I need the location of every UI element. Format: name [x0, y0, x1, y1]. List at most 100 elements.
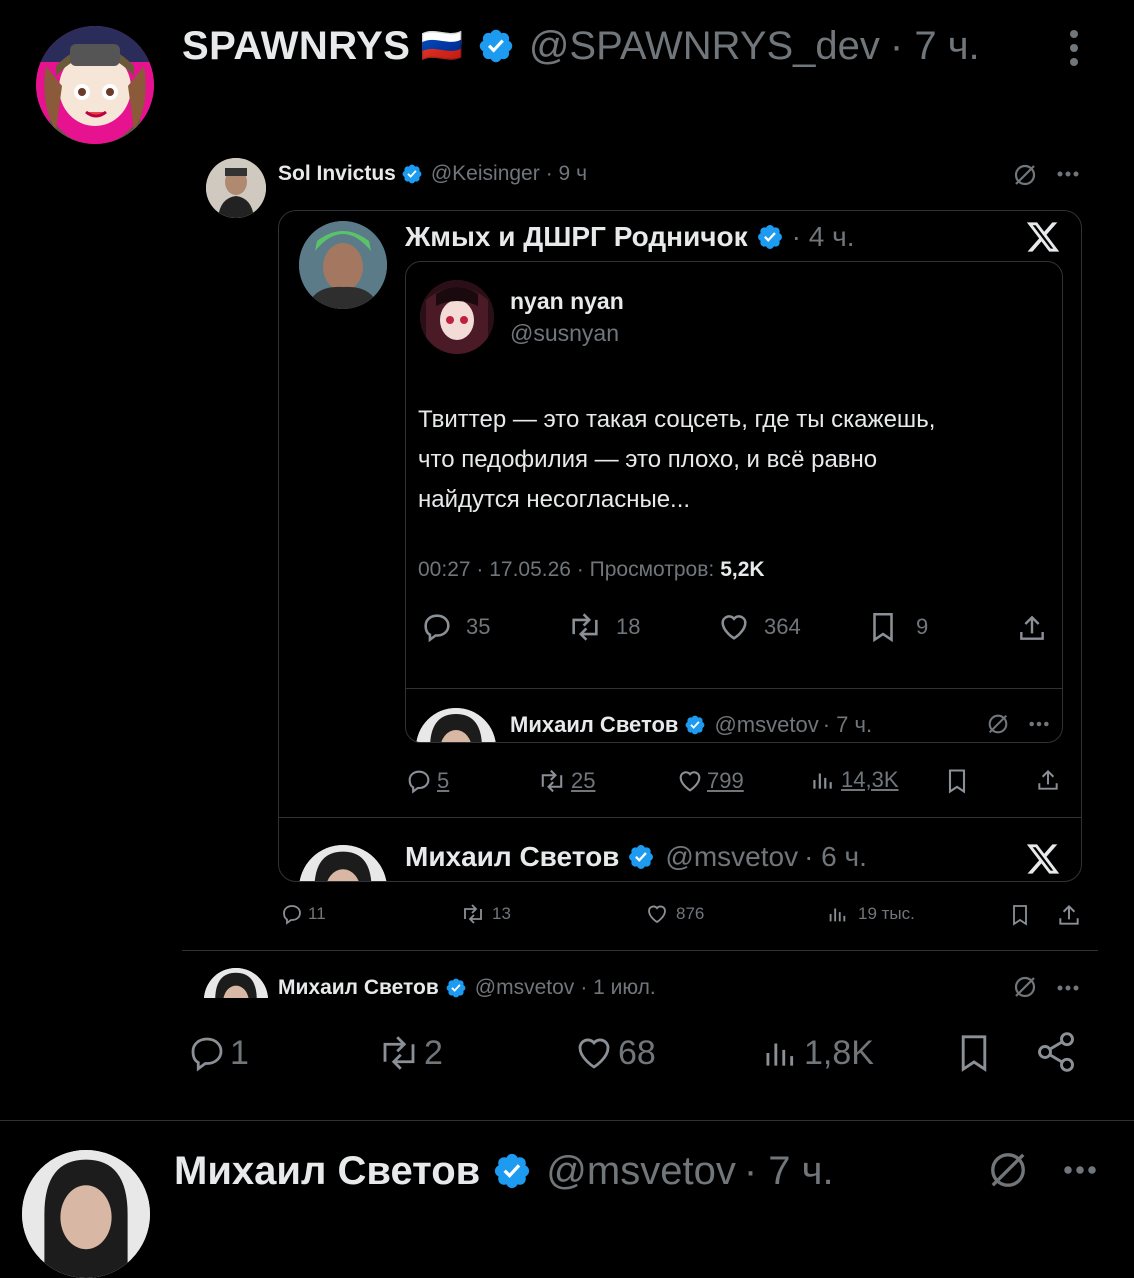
divider [0, 1120, 1134, 1121]
view-count: 5,2K [720, 558, 765, 581]
verified-badge-icon [445, 977, 467, 999]
verified-badge-icon [401, 163, 423, 185]
reply-button[interactable]: 1 [186, 1032, 249, 1074]
repost-count: 25 [571, 768, 596, 793]
quoted-post-card-zhmykh[interactable]: Жмых и ДШРГ Родничок · 4 ч. nyan nyan @s… [278, 210, 1082, 882]
author-name[interactable]: Михаил Светов [405, 841, 619, 873]
author-name[interactable]: Sol Invictus [278, 162, 396, 186]
post-time[interactable]: · 6 ч. [804, 841, 867, 873]
share-button[interactable] [1056, 902, 1082, 928]
avatar-nyan[interactable] [420, 280, 494, 354]
author-handle[interactable]: @Keisinger [431, 162, 540, 186]
bookmark-button[interactable]: 9 [868, 610, 928, 644]
avatar-svetov[interactable] [416, 708, 496, 742]
repost-button[interactable]: 25 [537, 767, 595, 795]
repost-count: 13 [492, 904, 511, 923]
more-horizontal-icon[interactable] [1056, 170, 1080, 178]
grok-icon[interactable] [1012, 974, 1038, 1000]
grok-icon[interactable] [986, 712, 1010, 736]
repost-icon [566, 610, 604, 644]
grok-icon[interactable] [1012, 162, 1038, 188]
svetov-post3-avatar-clip [204, 968, 268, 998]
verified-badge-icon [684, 714, 706, 736]
share-button[interactable] [1035, 767, 1061, 793]
more-horizontal-icon[interactable] [1028, 720, 1050, 728]
heart-icon [644, 902, 670, 926]
verified-badge-icon [756, 223, 784, 251]
author-handle[interactable]: @msvetov [475, 976, 575, 1000]
author-name[interactable]: Михаил Светов [278, 976, 439, 1000]
post-time[interactable]: · 4 ч. [792, 221, 855, 253]
bookmark-count: 9 [916, 614, 929, 639]
author-handle[interactable]: @msvetov [546, 1149, 736, 1194]
repost-button[interactable]: 2 [376, 1032, 443, 1074]
author-name[interactable]: Жмых и ДШРГ Родничок [405, 221, 748, 253]
bookmark-button[interactable] [956, 1030, 992, 1076]
reply-button[interactable]: 5 [405, 767, 449, 795]
post-meta: 00:27 · 17.05.26 · Просмотров: 5,2K [418, 558, 765, 582]
grok-icon[interactable] [986, 1148, 1030, 1192]
more-horizontal-icon[interactable] [1056, 984, 1080, 992]
reply-icon [186, 1032, 228, 1074]
avatar-sol-invictus[interactable] [206, 158, 266, 218]
svetov-bottom-header: Михаил Светов @msvetov · 7 ч. [174, 1146, 834, 1196]
verified-badge-icon [492, 1151, 532, 1191]
avatar-spawnrys[interactable] [36, 26, 154, 144]
avatar-svetov[interactable] [204, 968, 268, 998]
sol-post-header: Sol Invictus @Keisinger · 9 ч [278, 160, 587, 188]
reply-icon [280, 902, 304, 926]
avatar-svetov[interactable] [22, 1150, 150, 1278]
post-time[interactable]: · 1 июл. [580, 976, 655, 1000]
like-button[interactable]: 364 [716, 610, 801, 644]
like-button[interactable]: 68 [572, 1032, 656, 1074]
share-network-icon [1034, 1030, 1078, 1074]
post-time[interactable]: · 7 ч. [744, 1149, 834, 1194]
like-button[interactable]: 799 [675, 767, 744, 795]
avatar-zhmykh[interactable] [299, 221, 387, 309]
author-name[interactable]: SPAWNRYS [182, 24, 410, 69]
bookmark-button[interactable] [1010, 902, 1030, 928]
author-handle[interactable]: @msvetov [665, 841, 798, 873]
divider [279, 817, 1081, 818]
like-count: 876 [676, 904, 705, 923]
author-handle[interactable]: @SPAWNRYS_dev [529, 24, 880, 69]
avatar-svetov[interactable] [299, 845, 387, 881]
author-handle[interactable]: @susnyan [510, 320, 619, 347]
x-logo-icon [1025, 841, 1061, 877]
post-timestamp[interactable]: 00:27 · 17.05.26 · Просмотров: [418, 558, 714, 582]
reply-button[interactable]: 11 [280, 902, 326, 926]
share-icon [1016, 612, 1048, 644]
views-icon [809, 767, 835, 793]
author-handle[interactable]: @msvetov [714, 712, 818, 738]
views-button[interactable]: 19 тыс. [826, 902, 915, 926]
post-text: Твиттер — это такая соцсеть, где ты скаж… [418, 400, 935, 520]
post-time[interactable]: · 7 ч. [823, 712, 872, 738]
more-horizontal-icon[interactable] [1060, 1164, 1100, 1176]
bookmark-button[interactable] [945, 767, 969, 795]
share-button[interactable] [1016, 612, 1048, 644]
heart-icon [572, 1032, 616, 1074]
repost-button[interactable]: 18 [566, 610, 640, 644]
view-count: 1,8K [804, 1033, 874, 1072]
views-button[interactable]: 14,3K [809, 767, 899, 793]
svetov-inner-header: Михаил Светов @msvetov · 7 ч. [510, 710, 872, 740]
author-name[interactable]: Михаил Светов [174, 1149, 480, 1194]
more-vertical-icon[interactable] [1062, 28, 1086, 68]
views-button[interactable]: 1,8K [760, 1032, 874, 1074]
share-icon [1035, 767, 1061, 793]
verified-badge-icon [477, 27, 515, 65]
post-time[interactable]: · 7 ч. [890, 24, 980, 69]
author-name[interactable]: nyan nyan [510, 288, 624, 315]
view-count: 19 тыс. [858, 904, 915, 923]
author-name[interactable]: Михаил Светов [510, 712, 678, 738]
like-count: 799 [707, 768, 744, 793]
repost-button[interactable]: 13 [460, 902, 511, 926]
reply-count: 11 [308, 904, 326, 923]
reply-icon [420, 610, 454, 644]
share-button[interactable] [1034, 1030, 1078, 1074]
quoted-post-card-nyan[interactable]: nyan nyan @susnyan Твиттер — это такая с… [405, 261, 1063, 743]
reply-button[interactable]: 35 [420, 610, 490, 644]
like-button[interactable]: 876 [644, 902, 704, 926]
post-time[interactable]: · 9 ч [546, 162, 587, 186]
like-count: 68 [618, 1033, 656, 1072]
